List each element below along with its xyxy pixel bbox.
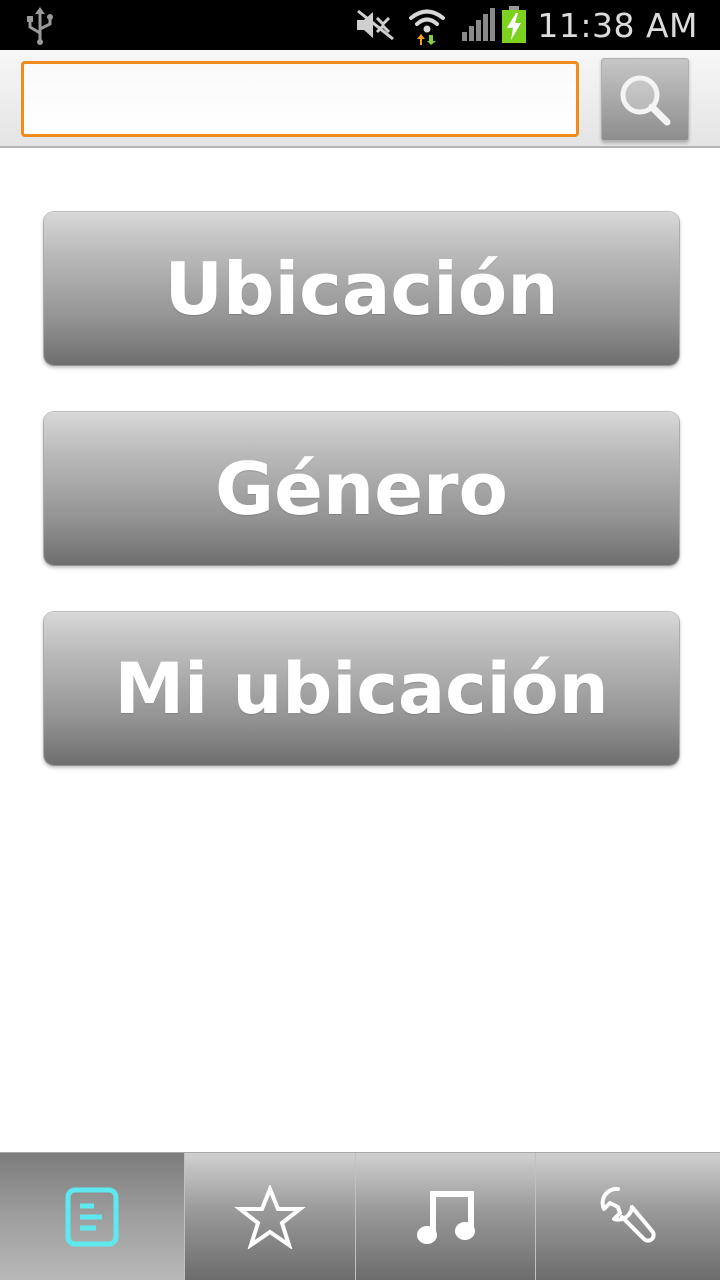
status-time: 11:38 AM	[537, 5, 698, 45]
signal-icon	[462, 8, 496, 41]
tab-favorites[interactable]	[184, 1153, 355, 1280]
tab-list[interactable]	[0, 1153, 184, 1280]
search-button[interactable]	[601, 58, 689, 141]
wifi-icon	[409, 9, 446, 45]
star-icon	[234, 1185, 306, 1249]
genero-button-label: Género	[215, 446, 508, 531]
status-bar: 11:38 AM	[0, 0, 720, 50]
battery-charging-icon	[502, 6, 527, 43]
bottom-tab-bar	[0, 1152, 720, 1280]
search-icon	[620, 75, 671, 125]
tab-settings[interactable]	[535, 1153, 720, 1280]
ubicacion-button[interactable]: Ubicación	[44, 212, 679, 365]
genero-button[interactable]: Género	[44, 412, 679, 565]
search-bar	[0, 50, 720, 148]
ubicacion-button-label: Ubicación	[164, 246, 559, 331]
search-input[interactable]	[21, 61, 579, 137]
music-note-icon	[416, 1191, 475, 1244]
mute-icon	[357, 9, 395, 41]
mi-ubicacion-button[interactable]: Mi ubicación	[44, 612, 679, 765]
wrench-icon	[600, 1186, 656, 1243]
list-icon	[65, 1187, 119, 1247]
tab-music[interactable]	[355, 1153, 535, 1280]
mi-ubicacion-button-label: Mi ubicación	[114, 647, 609, 730]
usb-icon	[27, 7, 53, 45]
